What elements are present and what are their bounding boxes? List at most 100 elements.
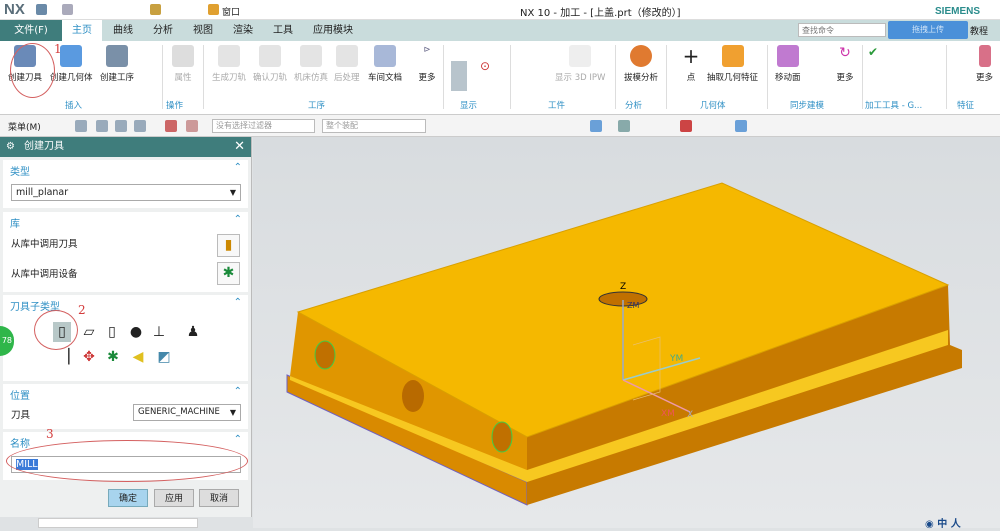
upload-label: 拖拽上传 [912, 25, 944, 34]
undo-icon[interactable] [62, 4, 73, 15]
tab-home[interactable]: 主页 [62, 20, 102, 41]
point-icon[interactable]: ⊙ [480, 59, 490, 73]
window-icon[interactable] [208, 4, 219, 15]
cancel-button[interactable]: 取消 [199, 489, 239, 507]
collapse-icon[interactable]: ⌃ [234, 434, 242, 445]
dialog-header: ⚙ 创建刀具 ✕ [0, 137, 251, 157]
chamfer-mill-icon[interactable]: ▱ [80, 322, 98, 342]
more-feature-button[interactable]: 更多 [976, 45, 993, 83]
command-search-input[interactable] [798, 23, 886, 37]
group-mfg-tools: 加工工具 - G... [865, 101, 923, 111]
highlight-circle [10, 43, 55, 98]
more-sync-button[interactable]: ↻ 更多 [834, 45, 856, 83]
selection-toolbar: 菜单(M) 没有选择过滤器 整个装配 [0, 115, 1000, 137]
z-label: Z [620, 282, 626, 292]
holder-icon[interactable]: ◀ [129, 347, 147, 367]
selection-filter-dropdown[interactable]: 没有选择过滤器 [212, 119, 315, 133]
machine-simulation-button[interactable]: 机床仿真 [294, 45, 328, 83]
select-icon[interactable] [115, 120, 127, 132]
ribbon: 创建刀具 创建几何体 创建工序 插入 属性 操作 生成刀轨 确认刀轨 机床仿真 … [0, 41, 1000, 115]
save-icon[interactable] [36, 4, 47, 15]
mill-form-icon[interactable]: ✥ [80, 347, 98, 367]
shop-doc-button[interactable]: 车间文档 [368, 45, 402, 83]
carrier-icon[interactable]: ✱ [104, 347, 122, 367]
siemens-logo: SIEMENS [935, 6, 981, 17]
bottom-panel [38, 518, 198, 528]
fit-icon[interactable] [618, 120, 630, 132]
file-tab[interactable]: 文件(F) [0, 20, 62, 41]
retrieve-tool-button[interactable]: ▮ [217, 234, 240, 257]
library-section: 库 ⌃ 从库中调用刀具 ▮ 从库中调用设备 ✱ [3, 212, 248, 292]
hole-left [314, 340, 336, 370]
ball-mill-icon[interactable]: ▯ [103, 322, 121, 342]
close-icon[interactable]: ✕ [234, 137, 245, 157]
retrieve-device-button[interactable]: ✱ [217, 262, 240, 285]
barrel-cutter-icon[interactable]: ♟ [184, 322, 202, 342]
library-header: 库 [10, 219, 20, 230]
xm-label: XM [661, 409, 675, 419]
group-analysis: 分析 [625, 101, 643, 111]
create-operation-button[interactable]: 创建工序 [100, 45, 134, 83]
upload-button[interactable]: 拖拽上传 [888, 21, 968, 39]
filter-icon[interactable] [165, 120, 177, 132]
hole-middle [402, 380, 424, 412]
collapse-icon[interactable]: ⌃ [234, 297, 242, 308]
tab-curve[interactable]: 曲线 [113, 20, 133, 41]
cube-icon[interactable] [590, 120, 602, 132]
move-face-button[interactable]: 移动面 [775, 45, 801, 83]
select-icon[interactable] [75, 120, 87, 132]
tab-analysis[interactable]: 分析 [153, 20, 173, 41]
group-feature: 特征 [957, 101, 975, 111]
show-3d-ipw-button[interactable]: 显示 3D IPW [555, 45, 605, 83]
verify-toolpath-button[interactable]: 确认刀轨 [253, 45, 287, 83]
view-layout-icon[interactable] [680, 120, 692, 132]
tab-tools[interactable]: 工具 [273, 20, 293, 41]
properties-button[interactable]: 属性 [172, 45, 194, 83]
more-process-button[interactable]: ⊳ 更多 [416, 45, 438, 83]
postprocess-button[interactable]: 后处理 [334, 45, 360, 83]
display-toggle[interactable] [451, 61, 467, 91]
select-icon[interactable] [134, 120, 146, 132]
draft-analysis-button[interactable]: 拔模分析 [624, 45, 658, 83]
tab-application[interactable]: 应用模块 [313, 20, 353, 41]
window-title: NX 10 - 加工 - [上盖.prt（修改的）] [520, 8, 681, 19]
tutorial-link[interactable]: 教程 [970, 24, 988, 37]
thread-mill-icon[interactable]: ▕ [55, 347, 73, 367]
check-icon[interactable]: ✔ [868, 45, 878, 59]
t-cutter-icon[interactable]: ⊥ [150, 322, 168, 342]
collapse-icon[interactable]: ⌃ [234, 162, 242, 173]
tool-icon[interactable] [150, 4, 161, 15]
location-section: 位置 ⌃ 刀具 GENERIC_MACHINE ▼ [3, 384, 248, 429]
scope-dropdown[interactable]: 整个装配 [322, 119, 426, 133]
graphics-viewport[interactable]: Z ZM YM XM X [253, 137, 1000, 528]
ribbon-tabs: 文件(F) 主页 曲线 分析 视图 渲染 工具 应用模块 拖拽上传 教程 [0, 20, 1000, 41]
apply-button[interactable]: 应用 [154, 489, 194, 507]
ym-label: YM [669, 354, 683, 364]
filter-icon[interactable] [186, 120, 198, 132]
extract-geometry-button[interactable]: 抽取几何特征 [707, 45, 758, 83]
highlight-circle [6, 440, 248, 482]
spherical-mill-icon[interactable]: ● [127, 322, 145, 342]
group-workpiece: 工件 [548, 101, 566, 111]
select-icon[interactable] [96, 120, 108, 132]
retrieve-tool-label: 从库中调用刀具 [11, 239, 78, 250]
gear-icon: ⚙ [6, 141, 15, 152]
collapse-icon[interactable]: ⌃ [234, 386, 242, 397]
head-icon[interactable]: ◩ [155, 347, 173, 367]
render-style-icon[interactable] [735, 120, 747, 132]
point-button[interactable]: + 点 [680, 45, 702, 83]
generate-toolpath-button[interactable]: 生成刀轨 [212, 45, 246, 83]
window-menu[interactable]: 窗口 [222, 5, 240, 18]
tab-view[interactable]: 视图 [193, 20, 213, 41]
tool-location-dropdown[interactable]: GENERIC_MACHINE ▼ [133, 404, 241, 421]
name-header: 名称 [10, 439, 30, 450]
title-bar: NX 窗口 NX 10 - 加工 - [上盖.prt（修改的）] SIEMENS [0, 0, 1000, 20]
ok-button[interactable]: 确定 [108, 489, 148, 507]
menu-button[interactable]: 菜单(M) [8, 120, 41, 133]
group-operate: 操作 [166, 101, 184, 111]
collapse-icon[interactable]: ⌃ [234, 214, 242, 225]
type-dropdown[interactable]: mill_planar ▼ [11, 184, 241, 201]
tab-render[interactable]: 渲染 [233, 20, 253, 41]
annotation-3: 3 [46, 427, 54, 441]
group-insert: 插入 [65, 101, 83, 111]
